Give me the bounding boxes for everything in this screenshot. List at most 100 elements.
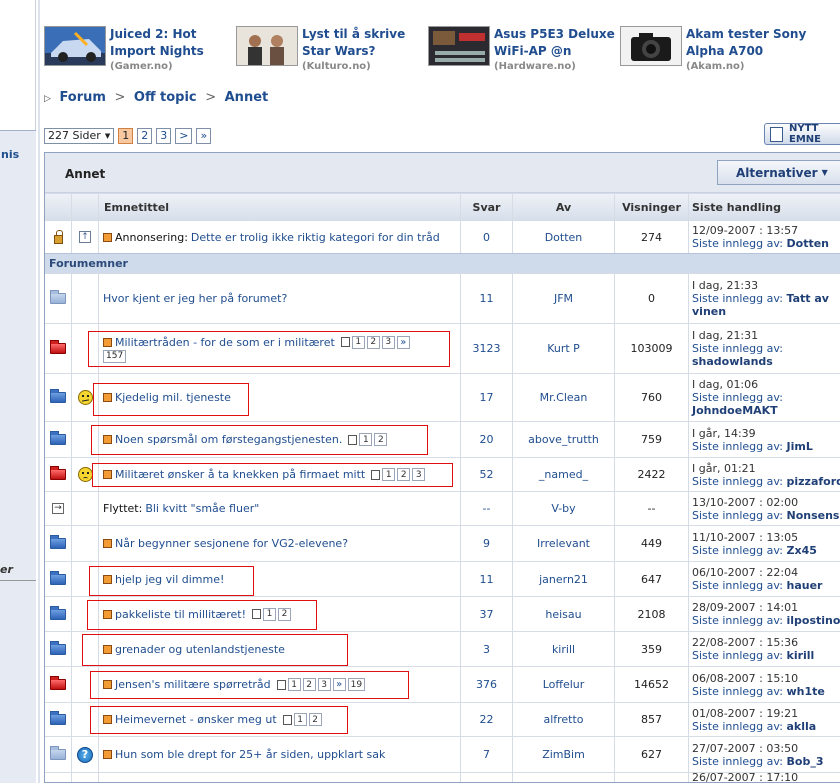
topic-link[interactable]: Bli kvitt "småe fluer" [145, 502, 259, 515]
next-page-button[interactable]: > [175, 127, 193, 144]
column-header-replies[interactable]: Svar [461, 194, 513, 220]
author-link[interactable]: Irrelevant [513, 526, 615, 561]
topic-page-more[interactable]: » [332, 678, 346, 691]
topic-row: Heimevernet - ønsker meg ut 1 2 22 alfretto 8… [45, 702, 840, 736]
topic-page-link[interactable]: 1 [287, 678, 301, 691]
author-link[interactable]: Dotten [513, 221, 615, 253]
topic-link[interactable]: Hvor kjent er jeg her på forumet? [103, 292, 287, 305]
news-title[interactable]: Juiced 2: Hot Import Nights [110, 26, 238, 60]
topic-link[interactable]: Jensen's militære spørretråd [115, 678, 271, 691]
author-link[interactable]: Mr.Clean [513, 374, 615, 421]
announcement-row: ↑ Annonsering: Dette er trolig ikke rikt… [45, 220, 840, 253]
topic-page-link[interactable]: 2 [366, 335, 380, 349]
topic-page-link[interactable]: 3 [317, 678, 331, 691]
news-title[interactable]: Asus P5E3 Deluxe WiFi-AP @n [494, 26, 622, 60]
last-post-author[interactable]: aklla [787, 720, 817, 733]
topic-link[interactable]: grenader og utenlandstjeneste [115, 643, 285, 656]
author-link[interactable]: kirill [513, 632, 615, 666]
topic-page-link[interactable]: 2 [302, 678, 316, 691]
new-topic-button[interactable]: NYTT EMNE [764, 123, 840, 145]
topic-page-link[interactable]: 1 [359, 433, 373, 446]
column-header-views[interactable]: Visninger [615, 194, 689, 220]
topic-page-link[interactable]: 1 [382, 468, 396, 481]
author-link[interactable]: ZimBim [513, 737, 615, 772]
news-thumbnail-camera[interactable] [620, 26, 682, 66]
column-header-title[interactable]: Emnetittel [99, 194, 461, 220]
last-post-author[interactable]: shadowlands [692, 355, 773, 368]
sidebar-fragment-top[interactable]: nis [1, 148, 19, 161]
topic-pages: 1 2 3» 19 [276, 678, 366, 691]
author-link[interactable]: JFM [513, 274, 615, 323]
topic-page-more[interactable]: » [396, 335, 410, 349]
topic-page-link[interactable]: 2 [397, 468, 411, 481]
last-post-author[interactable]: ilpostino [787, 614, 840, 627]
topic-link[interactable]: hjelp jeg vil dimme! [115, 573, 224, 586]
topic-page-link[interactable]: 1 [351, 335, 365, 349]
last-post-author[interactable]: kirill [787, 649, 815, 662]
topic-link[interactable]: pakkeliste til millitæret! [115, 608, 246, 621]
author-link[interactable]: alfretto [513, 703, 615, 736]
last-page-button[interactable]: » [196, 127, 212, 144]
column-headers: Emnetittel Svar Av Visninger Siste handl… [45, 193, 840, 220]
topic-link[interactable]: Kjedelig mil. tjeneste [115, 391, 231, 404]
topic-page-link[interactable]: 3 [412, 468, 426, 481]
author-link[interactable]: Kurt P [513, 324, 615, 373]
news-title[interactable]: Akam tester Sony Alpha A700 [686, 26, 814, 60]
last-post-author[interactable]: pizzaford [787, 475, 840, 488]
topic-page-link[interactable]: 1 [263, 607, 277, 621]
last-post-author[interactable]: hauer [787, 579, 823, 592]
topic-table: Annet Alternativer ▼ Emnetittel Svar Av V… [44, 152, 840, 783]
last-post-date: 06/10-2007 : 22:04 [692, 566, 799, 579]
topic-page-link[interactable]: 2 [308, 713, 322, 726]
news-title[interactable]: Lyst til å skrive Star Wars? [302, 26, 430, 60]
topic-last-page-link[interactable]: 157 [103, 349, 127, 363]
author-link[interactable]: above_trutth [513, 422, 615, 457]
last-post-author[interactable]: Nonsens [787, 509, 840, 522]
last-post-author[interactable]: Bob_3 [787, 755, 824, 768]
views-cell: 0 [615, 274, 689, 323]
topic-page-link[interactable]: 2 [278, 607, 292, 621]
news-thumbnail-car[interactable] [44, 26, 106, 66]
last-post-author[interactable]: wh1te [787, 685, 825, 698]
topic-link[interactable]: Noen spørsmål om førstegangstjenesten. [115, 433, 342, 446]
topic-pages: 123 [371, 468, 426, 481]
topic-page-link[interactable]: 1 [293, 713, 307, 726]
topic-last-page-link[interactable]: 19 [347, 678, 366, 691]
page-link-current[interactable]: 1 [118, 127, 134, 144]
confused-smiley-icon [77, 390, 93, 405]
last-post-author[interactable]: JimL [787, 440, 813, 453]
topic-link[interactable]: Heimevernet - ønsker meg ut [115, 713, 277, 726]
topic-link[interactable]: Militærtråden - for de som er i militære… [115, 335, 335, 350]
topic-link[interactable]: Militæret ønsker å ta knekken på firmaet… [115, 468, 365, 481]
breadcrumb-forum[interactable]: Forum [59, 90, 106, 105]
topic-link[interactable]: Dette er trolig ikke riktig kategori for… [191, 231, 440, 244]
author-link[interactable]: heisau [513, 597, 615, 631]
topic-link[interactable]: Hun som ble drept for 25+ år siden, uppk… [115, 748, 385, 761]
news-thumbnail-motherboard[interactable] [428, 26, 490, 66]
last-post-author[interactable]: Zx45 [787, 544, 817, 557]
last-post-author[interactable]: JohndoeMAKT [692, 404, 778, 417]
author-link[interactable]: _named_ [513, 458, 615, 491]
partial-cell [72, 773, 99, 782]
page-link[interactable]: 2 [137, 127, 153, 144]
author-link[interactable]: Loffelur [513, 667, 615, 702]
options-button[interactable]: Alternativer ▼ [717, 160, 840, 185]
news-thumbnail-people[interactable] [236, 26, 298, 66]
page-select[interactable]: 227 Sider ▼ [44, 127, 115, 144]
page-link[interactable]: 3 [156, 127, 172, 144]
status-cell [45, 274, 72, 323]
forum-title: Annet [65, 167, 106, 181]
title-cell: Når begynner sesjonene for VG2-elevene? [99, 526, 461, 561]
topic-page-link[interactable]: 2 [374, 433, 388, 446]
last-post-by: Siste innlegg av: ilpostino [692, 614, 840, 627]
topic-page-link[interactable]: 3 [381, 335, 395, 349]
topic-link[interactable]: Når begynner sesjonene for VG2-elevene? [115, 537, 348, 550]
breadcrumb-off-topic[interactable]: Off topic [134, 90, 197, 105]
author-link[interactable]: janern21 [513, 562, 615, 596]
mood-cell [72, 422, 99, 457]
column-header-last-action[interactable]: Siste handling [689, 194, 840, 220]
author-link[interactable]: V-by [513, 492, 615, 525]
last-post-author[interactable]: Dotten [787, 237, 830, 250]
column-header-author[interactable]: Av [513, 194, 615, 220]
breadcrumb-annet[interactable]: Annet [225, 90, 269, 105]
